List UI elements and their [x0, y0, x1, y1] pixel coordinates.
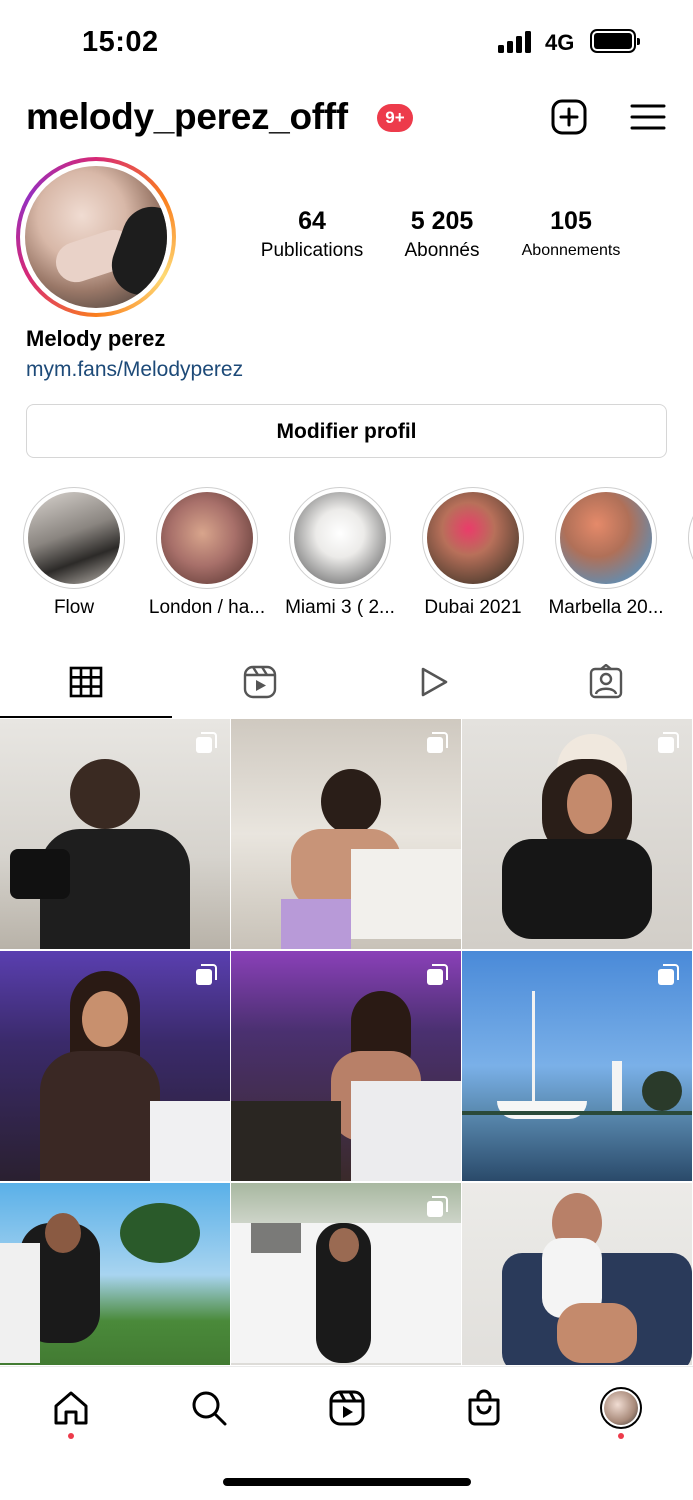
following-label: Abonnements: [521, 242, 621, 259]
grid-icon: [69, 666, 103, 698]
battery-icon: [590, 29, 640, 53]
posts-stat[interactable]: 64 Publications: [240, 204, 384, 264]
bio-link[interactable]: mym.fans/Melodyperez: [26, 358, 243, 382]
story-highlights: Flow London / ha... Miami 3 ( 2... Dubai…: [0, 487, 693, 627]
notification-badge[interactable]: 9+: [377, 104, 413, 132]
nav-reels[interactable]: [324, 1385, 370, 1431]
following-stat[interactable]: 105 Abonnements: [510, 204, 632, 264]
grid-post[interactable]: [231, 1183, 461, 1365]
profile-avatar-icon: [600, 1387, 642, 1429]
highlight-item[interactable]: Dubai 2021: [410, 487, 536, 619]
reels-icon: [329, 1390, 365, 1426]
tab-tagged[interactable]: [520, 660, 692, 718]
carousel-icon: [427, 964, 448, 985]
highlight-item[interactable]: [676, 487, 693, 589]
tab-reels[interactable]: [174, 660, 346, 718]
home-notification-dot: [68, 1433, 74, 1439]
username-title[interactable]: melody_perez_offf: [26, 96, 348, 138]
network-type: 4G: [545, 30, 575, 55]
highlight-item[interactable]: London / ha...: [144, 487, 270, 619]
profile-notification-dot: [618, 1433, 624, 1439]
reels-icon: [243, 665, 277, 699]
carousel-icon: [196, 964, 217, 985]
profile-avatar[interactable]: [16, 157, 176, 317]
profile-stats: 64 Publications 5 205 Abonnés 105 Abonne…: [240, 204, 640, 274]
signal-strength-icon: [498, 31, 534, 53]
carousel-icon: [196, 732, 217, 753]
grid-post[interactable]: [462, 951, 692, 1181]
edit-profile-button[interactable]: Modifier profil: [26, 404, 667, 458]
carousel-icon: [427, 1196, 448, 1217]
grid-post[interactable]: [0, 719, 230, 949]
followers-count: 5 205: [410, 207, 474, 235]
grid-post[interactable]: [462, 1183, 692, 1365]
search-icon: [192, 1391, 227, 1426]
grid-post[interactable]: [231, 719, 461, 949]
followers-stat[interactable]: 5 205 Abonnés: [390, 204, 494, 264]
carousel-icon: [658, 732, 679, 753]
nav-profile[interactable]: [598, 1385, 644, 1431]
home-icon: [54, 1391, 88, 1425]
highlight-item[interactable]: Marbella 20...: [543, 487, 669, 619]
highlight-label: Marbella 20...: [548, 597, 664, 618]
posts-count: 64: [298, 207, 326, 235]
followers-label: Abonnés: [404, 240, 480, 261]
display-name: Melody perez: [26, 326, 166, 351]
profile-header: melody_perez_offf 9+: [0, 90, 693, 150]
hamburger-menu-icon[interactable]: [629, 98, 667, 136]
highlight-label: Miami 3 ( 2...: [285, 597, 395, 618]
profile-photo: [25, 166, 167, 308]
grid-post[interactable]: [231, 951, 461, 1181]
home-indicator[interactable]: [223, 1478, 471, 1486]
carousel-icon: [658, 964, 679, 985]
status-time: 15:02: [82, 26, 159, 58]
grid-post[interactable]: [0, 1183, 230, 1365]
status-bar: 15:02 4G: [0, 0, 693, 84]
nav-search[interactable]: [186, 1385, 232, 1431]
grid-post[interactable]: [0, 951, 230, 1181]
tagged-icon: [589, 664, 623, 699]
plus-square-icon[interactable]: [550, 98, 588, 136]
highlight-item[interactable]: Flow: [11, 487, 137, 619]
posts-grid: [0, 719, 693, 1365]
profile-tabs: [0, 660, 693, 718]
shop-icon: [468, 1389, 500, 1426]
nav-home[interactable]: [48, 1385, 94, 1431]
carousel-icon: [427, 732, 448, 753]
highlight-label: Flow: [53, 597, 95, 618]
following-count: 105: [550, 207, 592, 235]
nav-shop[interactable]: [461, 1385, 507, 1431]
grid-post[interactable]: [462, 719, 692, 949]
posts-label: Publications: [260, 240, 364, 261]
highlight-label: Dubai 2021: [424, 597, 522, 618]
highlight-label: London / ha...: [148, 597, 266, 618]
tab-videos[interactable]: [347, 660, 519, 718]
tab-grid[interactable]: [0, 660, 172, 718]
highlight-item[interactable]: Miami 3 ( 2...: [277, 487, 403, 619]
play-icon: [421, 667, 448, 697]
